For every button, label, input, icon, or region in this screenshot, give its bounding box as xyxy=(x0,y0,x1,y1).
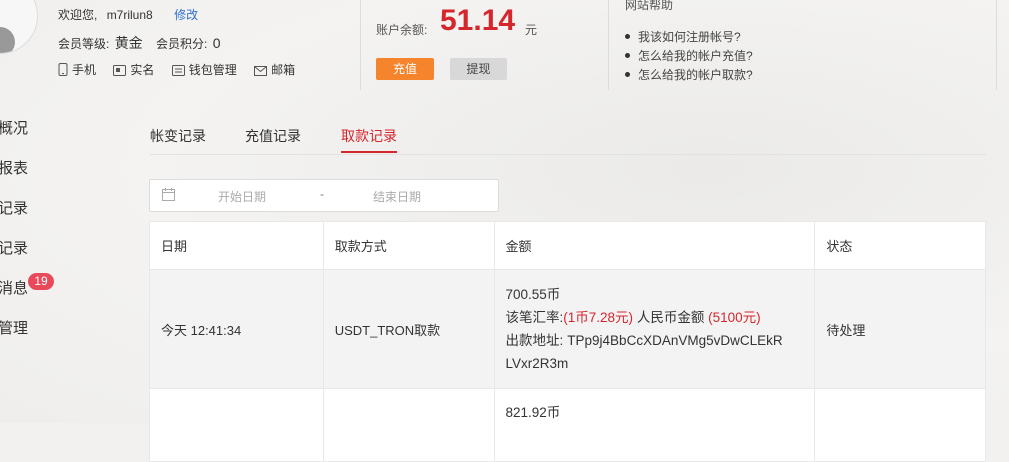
row-method: USDT_TRON取款 xyxy=(322,269,495,389)
points-label: 会员积分: xyxy=(156,37,208,51)
message-count-badge: 19 xyxy=(28,273,54,290)
points-value: 0 xyxy=(212,35,221,51)
row-status xyxy=(814,388,986,462)
sidebar-item-records-2[interactable]: 记录 xyxy=(0,237,28,258)
withdraw-button[interactable]: 提现 xyxy=(450,58,507,80)
help-register-link[interactable]: 我该如何注册帐号? xyxy=(625,28,741,45)
rate-value: (1币7.28元) xyxy=(563,310,634,325)
wallet-icon xyxy=(171,65,185,76)
id-card-icon xyxy=(113,65,127,76)
date-range-picker[interactable]: 开始日期 - 结束日期 xyxy=(149,179,499,212)
email-link[interactable]: 邮箱 xyxy=(254,63,295,77)
level-value: 黄金 xyxy=(114,35,143,51)
row-status: 待处理 xyxy=(814,269,986,389)
sidebar-item-records-1[interactable]: 记录 xyxy=(0,197,28,218)
phone-icon xyxy=(58,63,68,76)
tab-withdraw-records[interactable]: 取款记录 xyxy=(341,126,397,146)
username: m7rilun8 xyxy=(106,8,153,22)
row-date xyxy=(149,388,324,462)
header-method: 取款方式 xyxy=(322,221,495,270)
balance-label: 账户余额: xyxy=(376,23,428,37)
header-status: 状态 xyxy=(814,221,986,270)
realname-link[interactable]: 实名 xyxy=(113,63,157,77)
amount-coins: 821.92币 xyxy=(505,405,561,420)
row-amount: 821.92币 xyxy=(493,388,816,462)
sidebar-item-overview[interactable]: 概况 xyxy=(0,117,28,138)
table-row: 今天 12:41:34 USDT_TRON取款 700.55币 该笔汇率:(1币… xyxy=(149,269,986,389)
phone-link[interactable]: 手机 xyxy=(58,63,99,77)
end-date-input[interactable]: 结束日期 xyxy=(373,188,421,205)
help-title: 网站帮助 xyxy=(625,0,674,12)
divider-right xyxy=(608,0,609,90)
address-line: 出款地址: TPp9j4BbCcXDAnVMg5vDwCLEkR xyxy=(505,333,783,348)
row-method xyxy=(322,388,495,462)
welcome-text: 欢迎您, xyxy=(58,8,98,22)
tab-recharge-records[interactable]: 充值记录 xyxy=(245,126,301,146)
address-line-2: LVxr2R3m xyxy=(505,356,569,371)
help-withdraw-link[interactable]: 怎么给我的帐户取款? xyxy=(625,66,753,83)
edit-profile-link[interactable]: 修改 xyxy=(174,8,198,22)
rmb-value: (5100元) xyxy=(708,310,761,325)
balance-unit: 元 xyxy=(525,23,538,37)
account-links: 手机 实名 钱包管理 邮箱 xyxy=(58,61,295,78)
row-date: 今天 12:41:34 xyxy=(149,269,324,389)
active-tab-indicator xyxy=(341,151,397,153)
level-label: 会员等级: xyxy=(58,37,110,51)
member-info: 会员等级: 黄金 会员积分: 0 xyxy=(58,33,221,53)
table-header-row: 日期 取款方式 金额 状态 xyxy=(149,221,986,270)
sidebar-item-messages[interactable]: 消息 xyxy=(0,277,28,298)
recharge-button[interactable]: 充值 xyxy=(376,58,434,80)
tab-account-changes[interactable]: 帐变记录 xyxy=(150,126,206,146)
mail-icon xyxy=(254,66,268,76)
divider-left xyxy=(360,0,361,90)
payout-address: TPp9j4BbCcXDAnVMg5vDwCLEkR xyxy=(567,333,783,348)
divider-edge xyxy=(996,0,997,90)
help-recharge-link[interactable]: 怎么给我的帐户充值? xyxy=(625,47,753,64)
start-date-input[interactable]: 开始日期 xyxy=(218,188,266,205)
table-row: 821.92币 xyxy=(149,388,986,462)
withdraw-records-table: 日期 取款方式 金额 状态 今天 12:41:34 USDT_TRON取款 70… xyxy=(149,221,986,462)
balance-value: 51.14 xyxy=(440,4,516,37)
sidebar-item-reports[interactable]: 报表 xyxy=(0,157,28,178)
amount-coins: 700.55币 xyxy=(505,287,561,302)
row-amount: 700.55币 该笔汇率:(1币7.28元) 人民币金额 (5100元) 出款地… xyxy=(493,269,816,389)
tab-bar-border xyxy=(150,154,986,155)
header-date: 日期 xyxy=(149,221,324,270)
date-separator: - xyxy=(320,187,324,201)
calendar-icon xyxy=(162,188,175,201)
welcome-line: 欢迎您, m7rilun8 修改 xyxy=(58,6,198,23)
header-amount: 金额 xyxy=(493,221,816,270)
rate-line: 该笔汇率:(1币7.28元) 人民币金额 (5100元) xyxy=(505,310,761,325)
wallet-link[interactable]: 钱包管理 xyxy=(171,63,240,77)
sidebar-item-manage[interactable]: 管理 xyxy=(0,317,28,338)
